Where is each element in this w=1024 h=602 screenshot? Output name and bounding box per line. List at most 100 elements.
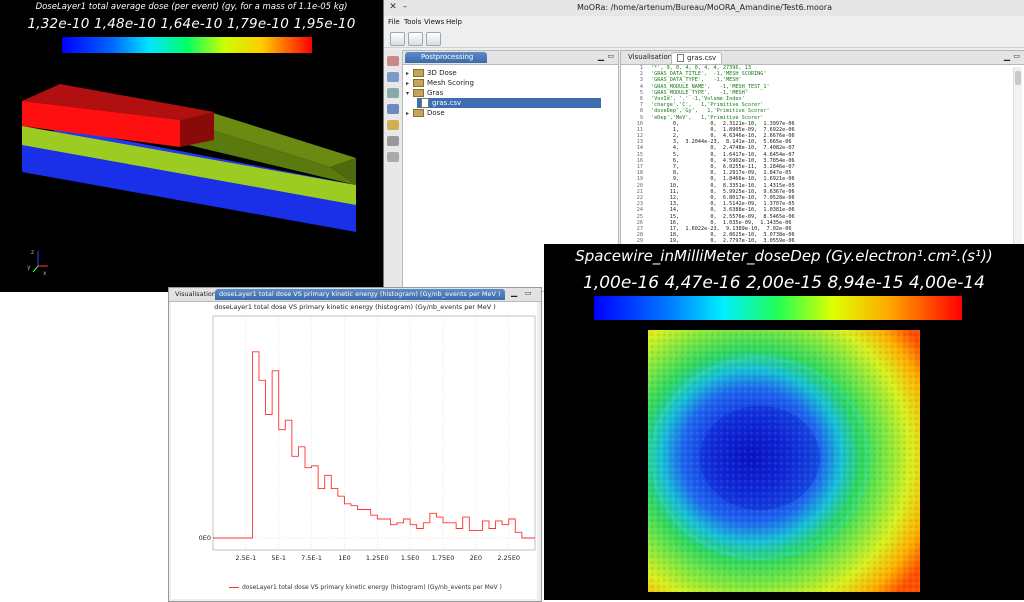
x-tick-label: 2.25E0 [497, 554, 520, 562]
line-text: 0, 0, 2.3121e-10, 1.3997e-06 [651, 120, 795, 127]
tree-item-dose[interactable]: ▸ Dose [406, 108, 606, 118]
tree-item-gras[interactable]: ▾ Gras [406, 88, 606, 98]
csv-text-area[interactable]: 1 '*', 9, 0, 4, 0, 4, 4, 27396, 13 2 'GRAS_… [621, 65, 1011, 261]
menu-tools[interactable]: Tools [404, 18, 421, 26]
minimize-panel-icon[interactable]: ▁ [598, 52, 604, 61]
home-icon[interactable] [387, 56, 399, 66]
collapse-icon[interactable]: ▾ [406, 89, 413, 99]
open-icon[interactable] [390, 32, 405, 46]
line-text: 16, 0, 1.035e-09, 1.1435e-06 [651, 219, 792, 226]
x-tick-label: 1.75E0 [432, 554, 455, 562]
line-text: 8, 0, 1.2917e-09, 1.847e-05 [651, 170, 792, 177]
folder-open-icon [413, 89, 424, 97]
line-text: 2, 0, 4.6346e-10, 2.6676e-06 [651, 133, 795, 140]
window-title: MoORa: /home/artenum/Bureau/MoORA_Amandi… [576, 3, 832, 12]
legend-label: doseLayer1 total dose VS primary kinetic… [242, 584, 502, 591]
vertical-scrollbar[interactable] [1013, 67, 1022, 259]
line-text: 'GRAS_DATA_TITLE', -1,'MESH SCORING' [651, 71, 767, 78]
export-icon[interactable] [387, 152, 399, 162]
line-text: 7, 0, 6.0255e-11, 3.2846e-07 [651, 164, 795, 170]
menu-views[interactable]: Views [424, 18, 444, 26]
line-text: 11, 0, 5.9925e-10, 9.6367e-06 [651, 188, 795, 195]
line-text: 'doseDep','Gy', 1,'Primitive Scorer' [651, 108, 770, 115]
file-icon [677, 54, 684, 62]
tab-visualisation[interactable]: Visualisation [623, 52, 677, 63]
geometry-icon[interactable] [387, 88, 399, 98]
histogram-series-line [213, 351, 535, 539]
spacewire-colorbar [594, 296, 962, 320]
folder-icon [413, 109, 424, 117]
line-text: 'GRAS_DATA_TYPE', -1,'MESH' [651, 77, 742, 84]
spacewire-colorbar-ticks: 1,00e-16 4,47e-16 2,00e-15 8,94e-15 4,00… [583, 273, 985, 293]
line-text: 'GRAS_MODULE_TYPE', -1,'MESH' [651, 89, 748, 96]
tab-postprocessing[interactable]: Postprocessing [405, 52, 488, 63]
x-tick-label: 5E-1 [271, 554, 286, 562]
axis-y-label: y [27, 264, 31, 271]
editor-tabbar: Visualisation gras.csv ▁ ▭ [621, 51, 1024, 65]
line-text: 1, 0, 1.8905e-09, 7.6922e-06 [651, 126, 795, 133]
y-tick-label: 0E0 [199, 534, 211, 542]
maximize-panel-icon[interactable]: ▭ [1013, 52, 1020, 60]
line-text: 'GRAS_MODULE_NAME', -1,'MESH_TEST_1' [651, 83, 770, 90]
x-tick-label: 1E0 [338, 554, 350, 562]
axes-orientation-icon: z y x [27, 249, 48, 276]
line-text: 10, 0, 8.3351e-10, 1.4315e-05 [651, 182, 795, 189]
toolbar [384, 29, 1024, 48]
histogram-window: Visualisation doseLayer1 total dose VS p… [168, 287, 542, 602]
histogram-chart: 2.5E-1 5E-1 7.5E-1 1E0 1.25E0 1.5E0 1.75E0 2E0 2… [199, 315, 536, 562]
title-bar: ✕ – MoORa: /home/artenum/Bureau/MoORA_Am… [384, 0, 1024, 17]
x-tick-label: 2.5E-1 [235, 554, 256, 562]
x-tick-label: 1.5E0 [401, 554, 420, 562]
tree-item-gras-csv[interactable]: gras.csv [417, 98, 601, 108]
line-text: 14, 0, 3.6388e-10, 1.0381e-06 [651, 207, 795, 214]
side-toolbar [384, 50, 402, 290]
menu-bar: File Tools Views Help [384, 16, 1024, 29]
tools-icon[interactable] [426, 32, 441, 46]
line-text: 'charge','C', 1,'Primitive Scorer' [651, 102, 764, 109]
maximize-panel-icon[interactable]: ▭ [607, 52, 614, 60]
spacewire-dose-map[interactable] [648, 330, 920, 592]
line-text: 12, 0, 6.8017e-10, 7.0528e-06 [651, 194, 795, 201]
dose-3d-colorbar-ticks: 1,32e-10 1,48e-10 1,64e-10 1,79e-10 1,95… [27, 16, 356, 32]
folder-icon [413, 79, 424, 87]
line-text: 5, 0, 1.6417e-10, 4.6454e-07 [651, 151, 795, 158]
line-text: 13, 0, 1.5142e-09, 1.3707e-05 [651, 201, 795, 208]
viewer-icon[interactable] [387, 104, 399, 114]
menu-help[interactable]: Help [446, 18, 462, 26]
x-tick-label: 1.25E0 [366, 554, 389, 562]
line-text: 17, 1.6022e-23, 9.1389e-10, 7.02e-06 [651, 225, 792, 232]
histogram-legend: doseLayer1 total dose VS primary kinetic… [229, 584, 502, 591]
x-tick-label: 2E0 [470, 554, 482, 562]
tab-gras-csv[interactable]: gras.csv [671, 52, 723, 64]
file-icon [421, 98, 429, 108]
dose-3d-colorbar [62, 37, 312, 53]
line-text: 4, 0, 2.4748e-10, 7.4082e-07 [651, 145, 795, 152]
x-tick-label: 7.5E-1 [301, 554, 322, 562]
line-text: 3, 3.2044e-23, 8.141e-10, 5.665e-06 [651, 139, 792, 146]
gear-icon[interactable] [387, 136, 399, 146]
mesh-icon[interactable] [387, 72, 399, 82]
expand-icon[interactable]: ▸ [406, 109, 413, 119]
dose-3d-title: DoseLayer1 total average dose (per event… [35, 2, 348, 12]
legend-swatch [229, 587, 239, 588]
dose-3d-window: DoseLayer1 total average dose (per event… [0, 0, 383, 292]
save-icon[interactable] [408, 32, 423, 46]
line-text: 18, 0, 2.8625e-10, 3.0738e-06 [651, 232, 795, 239]
line-text: 9, 0, 1.8466e-10, 1.6921e-06 [651, 176, 795, 183]
pencil-icon[interactable] [387, 120, 399, 130]
line-text: 'VoxId', ',' -1,'Volume Index' [651, 95, 745, 102]
spacewire-window: Spacewire_inMilliMeter_doseDep (Gy.elect… [544, 244, 1024, 600]
menu-file[interactable]: File [388, 18, 400, 26]
line-text: '*', 9, 0, 4, 0, 4, 4, 27396, 13 [651, 65, 751, 71]
line-text: 15, 0, 2.5576e-09, 8.5465e-06 [651, 213, 795, 220]
tree-item-3d-dose[interactable]: ▸ 3D Dose [406, 68, 606, 78]
line-text: 'eDep','MeV', 1,'Primitive Scorer' [651, 114, 764, 121]
spacewire-title: Spacewire_inMilliMeter_doseDep (Gy.elect… [575, 247, 993, 265]
tree-item-mesh-scoring[interactable]: ▸ Mesh Scoring [406, 78, 606, 88]
scrollbar-thumb[interactable] [1015, 71, 1021, 85]
folder-icon [413, 69, 424, 77]
axis-z-label: z [31, 249, 34, 256]
dose-3d-view[interactable] [0, 60, 383, 240]
minimize-panel-icon[interactable]: ▁ [1004, 52, 1010, 61]
axis-x-label: x [43, 270, 47, 276]
